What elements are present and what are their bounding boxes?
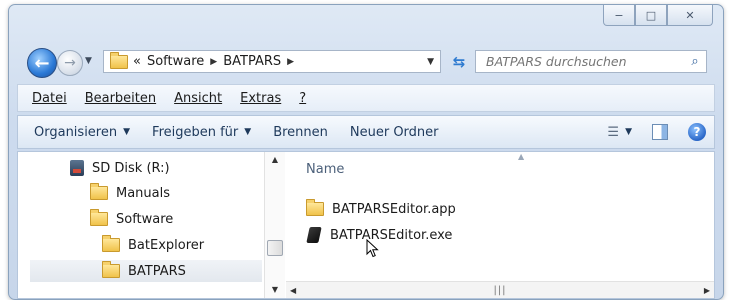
help-icon[interactable]: ? bbox=[688, 123, 706, 141]
command-bar: Organisieren ▼ Freigeben für ▼ Brennen N… bbox=[17, 115, 715, 149]
menu-label: Ansicht bbox=[174, 90, 223, 106]
back-arrow-icon[interactable]: ← bbox=[27, 48, 57, 78]
scroll-thumb[interactable] bbox=[267, 240, 283, 256]
breadcrumb-software[interactable]: Software bbox=[147, 54, 204, 69]
tree-item-label: Manuals bbox=[116, 185, 171, 201]
share-label: Freigeben für bbox=[152, 124, 239, 140]
navigation-pane: SD Disk (R:) Manuals Software BatExplore… bbox=[18, 152, 286, 298]
folder-icon bbox=[102, 235, 120, 252]
file-name: BATPARSEditor.app bbox=[332, 201, 456, 217]
scroll-down-icon[interactable]: ▼ bbox=[265, 282, 285, 298]
tree-item-label: Software bbox=[116, 211, 174, 227]
chevron-down-icon: ▼ bbox=[625, 127, 632, 137]
chevron-right-icon[interactable]: ▶ bbox=[210, 57, 217, 67]
menu-label: Datei bbox=[32, 90, 67, 106]
refresh-icon[interactable]: ⇆ bbox=[445, 50, 473, 73]
chevron-down-icon: ▼ bbox=[244, 127, 252, 137]
menu-bearbeiten[interactable]: Bearbeiten bbox=[76, 91, 165, 106]
file-name: BATPARSEditor.exe bbox=[330, 227, 453, 243]
address-overflow[interactable]: « bbox=[133, 54, 141, 69]
column-header-name[interactable]: Name bbox=[306, 162, 344, 177]
new-folder-button[interactable]: Neuer Ordner bbox=[350, 125, 439, 140]
chevron-down-icon: ▼ bbox=[123, 127, 131, 137]
view-options-button[interactable]: ☰ ▼ bbox=[607, 125, 632, 140]
scroll-up-icon[interactable]: ▲ bbox=[265, 152, 285, 168]
scroll-left-icon[interactable]: ◀ bbox=[290, 286, 296, 295]
burn-label: Brennen bbox=[273, 124, 328, 140]
mouse-cursor-icon bbox=[366, 239, 379, 258]
tree-item-label: BATPARS bbox=[128, 263, 186, 279]
tree-item-batpars[interactable]: BATPARS bbox=[30, 260, 262, 282]
menu-label: Extras bbox=[240, 90, 282, 106]
menu-label: ? bbox=[299, 90, 307, 106]
minimize-button[interactable]: − bbox=[603, 5, 635, 26]
navigation-row: ← → ▼ « Software ▶ BATPARS ▶ ▼ ⇆ ⌕ bbox=[9, 45, 723, 79]
tree-item-label: SD Disk (R:) bbox=[92, 160, 170, 176]
breadcrumb-batpars[interactable]: BATPARS bbox=[223, 54, 281, 69]
menu-datei[interactable]: Datei bbox=[18, 91, 76, 106]
preview-pane-icon[interactable] bbox=[652, 124, 668, 140]
drive-icon bbox=[70, 160, 84, 176]
search-icon[interactable]: ⌕ bbox=[684, 54, 706, 69]
view-list-icon: ☰ bbox=[607, 124, 620, 140]
nav-scrollbar[interactable]: ▲ ▼ bbox=[264, 152, 285, 298]
menu-extras[interactable]: Extras bbox=[231, 91, 290, 106]
folder-icon bbox=[110, 51, 128, 69]
tree-item-label: BatExplorer bbox=[128, 237, 205, 253]
tree-item-manuals[interactable]: Manuals bbox=[90, 182, 260, 204]
search-input[interactable] bbox=[484, 53, 684, 70]
tree-item-sd-disk[interactable]: SD Disk (R:) bbox=[70, 157, 260, 179]
close-button[interactable]: ✕ bbox=[667, 5, 713, 26]
caption-buttons: − □ ✕ bbox=[603, 5, 713, 26]
search-box: ⌕ bbox=[475, 50, 707, 73]
tree-item-software[interactable]: Software bbox=[90, 208, 260, 230]
file-item-app[interactable]: BATPARSEditor.app bbox=[306, 198, 456, 220]
address-bar[interactable]: « Software ▶ BATPARS ▶ ▼ bbox=[103, 50, 441, 73]
executable-icon bbox=[306, 227, 322, 243]
scroll-grip[interactable]: ||| bbox=[493, 285, 506, 296]
folder-icon bbox=[102, 261, 120, 278]
command-bar-right: ☰ ▼ ? bbox=[607, 123, 714, 141]
burn-button[interactable]: Brennen bbox=[273, 125, 328, 140]
address-dropdown-icon[interactable]: ▼ bbox=[427, 57, 434, 67]
folder-icon bbox=[90, 183, 108, 200]
menu-help[interactable]: ? bbox=[290, 91, 315, 106]
folder-icon bbox=[90, 209, 108, 226]
menu-bar: Datei Bearbeiten Ansicht Extras ? bbox=[17, 84, 715, 112]
sort-ascending-icon: ▲ bbox=[518, 152, 525, 161]
forward-arrow-icon[interactable]: → bbox=[57, 50, 83, 76]
chevron-right-icon[interactable]: ▶ bbox=[287, 57, 294, 67]
menu-ansicht[interactable]: Ansicht bbox=[165, 91, 231, 106]
history-dropdown-icon[interactable]: ▼ bbox=[85, 56, 92, 66]
new-folder-label: Neuer Ordner bbox=[349, 124, 439, 140]
scroll-right-icon[interactable]: ▶ bbox=[704, 286, 710, 295]
share-button[interactable]: Freigeben für ▼ bbox=[152, 125, 251, 140]
maximize-button[interactable]: □ bbox=[635, 5, 667, 26]
tree-item-batexplorer[interactable]: BatExplorer bbox=[102, 234, 260, 256]
folder-icon bbox=[306, 199, 324, 216]
organize-button[interactable]: Organisieren ▼ bbox=[34, 125, 130, 140]
content-area: SD Disk (R:) Manuals Software BatExplore… bbox=[17, 151, 715, 299]
file-list-pane: ▲ Name BATPARSEditor.app BATPARSEditor.e… bbox=[286, 152, 714, 298]
menu-label: Bearbeiten bbox=[84, 90, 157, 106]
organize-label: Organisieren bbox=[34, 124, 118, 140]
file-horizontal-scrollbar[interactable]: ◀ ||| ▶ bbox=[286, 281, 714, 298]
